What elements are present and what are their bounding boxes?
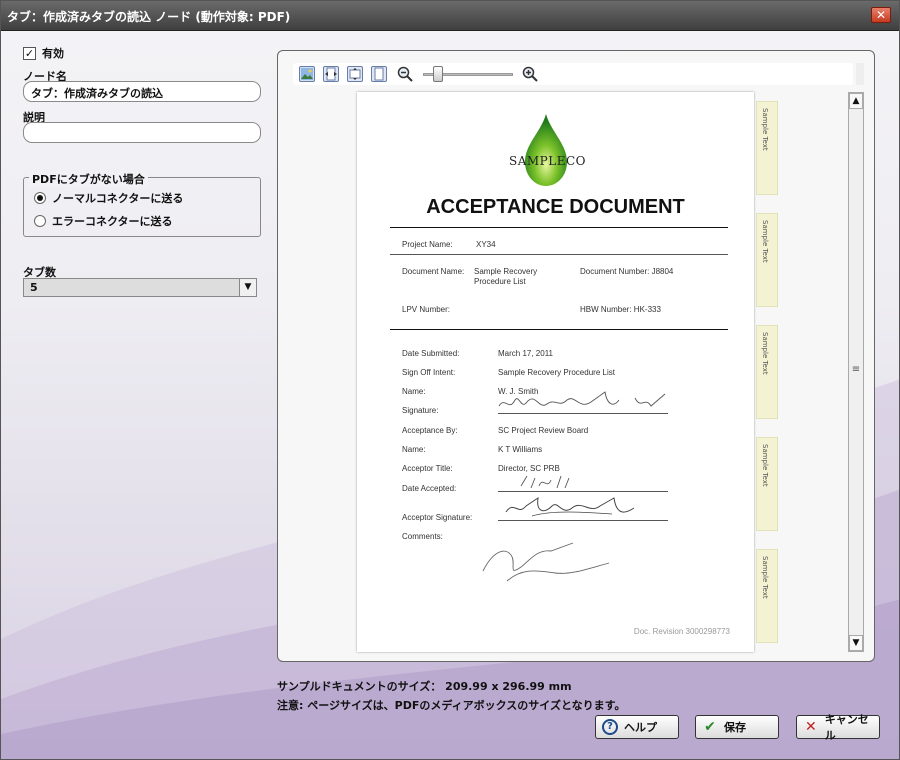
document-name-value-2: Procedure List bbox=[474, 277, 526, 286]
acceptance-by-label: Acceptance By: bbox=[402, 426, 458, 435]
cancel-x-icon: ✕ bbox=[805, 719, 817, 735]
name2-label: Name: bbox=[402, 445, 426, 454]
node-name-input[interactable]: タブ：作成済みタブの読込 bbox=[23, 81, 261, 102]
lpv-label: LPV Number: bbox=[402, 305, 451, 314]
title-bar: タブ：作成済みタブの読込 ノード (動作対象: PDF) ✕ bbox=[1, 1, 899, 31]
cancel-button[interactable]: ✕ キャンセル bbox=[796, 713, 880, 742]
date-accepted-label: Date Accepted: bbox=[402, 484, 457, 493]
date-submitted-value: March 17, 2011 bbox=[498, 349, 553, 358]
fit-height-icon[interactable] bbox=[347, 66, 363, 82]
toolbar-scroll[interactable] bbox=[856, 63, 864, 85]
enabled-checkbox[interactable]: ✓ bbox=[23, 46, 36, 60]
logo-text: SAMPLECO bbox=[509, 154, 586, 168]
zoom-out-icon[interactable] bbox=[397, 66, 413, 82]
side-tab-label: Sample Text bbox=[761, 444, 769, 487]
project-name-value: XY34 bbox=[476, 240, 496, 249]
preview-scrollbar[interactable]: ▲ ≡ ▼ bbox=[848, 92, 864, 652]
checkmark-icon: ✔ bbox=[704, 719, 716, 735]
help-icon: ? bbox=[602, 719, 618, 735]
rule-3 bbox=[390, 329, 728, 330]
date-submitted-label: Date Submitted: bbox=[402, 349, 460, 358]
signature-label: Signature: bbox=[402, 406, 439, 415]
side-tab-2: Sample Text bbox=[756, 213, 778, 307]
preview-panel: SAMPLECO ACCEPTANCE DOCUMENT Project Nam… bbox=[277, 50, 875, 662]
fit-page-icon[interactable] bbox=[371, 66, 387, 82]
preview-toolbar bbox=[293, 63, 853, 85]
comments-label: Comments: bbox=[402, 532, 443, 541]
dialog-window: タブ：作成済みタブの読込 ノード (動作対象: PDF) ✕ ✓ 有効 ノード名… bbox=[0, 0, 900, 760]
document-name-value-1: Sample Recovery bbox=[474, 267, 538, 276]
rule-2 bbox=[390, 254, 728, 255]
document-revision: Doc. Revision 3000298773 bbox=[633, 627, 730, 636]
image-icon[interactable] bbox=[299, 66, 315, 82]
document-number: Document Number: J8804 bbox=[580, 267, 674, 276]
project-name-label: Project Name: bbox=[402, 240, 453, 249]
signature-williams bbox=[505, 496, 635, 517]
sign-off-value: Sample Recovery Procedure List bbox=[498, 368, 615, 377]
zoom-slider-thumb[interactable] bbox=[433, 66, 443, 82]
help-label: ヘルプ bbox=[624, 721, 657, 734]
help-button[interactable]: ? ヘルプ bbox=[595, 715, 679, 739]
cancel-label: キャンセル bbox=[824, 713, 869, 742]
side-tab-label: Sample Text bbox=[761, 220, 769, 263]
save-label: 保存 bbox=[724, 721, 746, 734]
name-label: Name: bbox=[402, 387, 426, 396]
sampleco-logo bbox=[525, 114, 567, 186]
close-button[interactable]: ✕ bbox=[871, 7, 891, 23]
radio-error[interactable] bbox=[34, 215, 46, 227]
radio-normal-row[interactable]: ノーマルコネクターに送る bbox=[34, 190, 183, 206]
zoom-in-icon[interactable] bbox=[522, 66, 538, 82]
acceptor-signature-label: Acceptor Signature: bbox=[402, 513, 473, 522]
note-text: 注意: ページサイズは、PDFのメディアボックスのサイズとなります。 bbox=[277, 699, 626, 712]
handwritten-date bbox=[520, 475, 570, 489]
sample-size-text: サンプルドキュメントのサイズ： 209.99 x 296.99 mm bbox=[277, 680, 572, 693]
side-tab-label: Sample Text bbox=[761, 332, 769, 375]
side-tab-5: Sample Text bbox=[756, 549, 778, 643]
side-tab-label: Sample Text bbox=[761, 108, 769, 151]
fit-width-icon[interactable] bbox=[323, 66, 339, 82]
scroll-up-button[interactable]: ▲ bbox=[849, 93, 863, 109]
radio-normal[interactable] bbox=[34, 192, 46, 204]
side-tab-1: Sample Text bbox=[756, 101, 778, 195]
hbw-number: HBW Number: HK-333 bbox=[580, 305, 661, 314]
scroll-grip[interactable]: ≡ bbox=[851, 365, 861, 375]
acceptance-by-value: SC Project Review Board bbox=[498, 426, 589, 435]
enabled-row[interactable]: ✓ 有効 bbox=[23, 45, 64, 61]
document-title: ACCEPTANCE DOCUMENT bbox=[426, 196, 685, 218]
scroll-down-button[interactable]: ▼ bbox=[849, 635, 863, 651]
document-page: SAMPLECO ACCEPTANCE DOCUMENT Project Nam… bbox=[357, 92, 754, 652]
side-tab-3: Sample Text bbox=[756, 325, 778, 419]
side-tab-4: Sample Text bbox=[756, 437, 778, 531]
description-input[interactable] bbox=[23, 122, 261, 143]
signature-smith bbox=[498, 391, 666, 407]
enabled-label: 有効 bbox=[42, 47, 64, 60]
rule-top bbox=[390, 227, 728, 228]
no-tab-group-title: PDFにタブがない場合 bbox=[29, 171, 148, 187]
radio-normal-label: ノーマルコネクターに送る bbox=[52, 192, 184, 205]
radio-error-row[interactable]: エラーコネクターに送る bbox=[34, 213, 173, 229]
side-tab-label: Sample Text bbox=[761, 556, 769, 599]
tab-count-value: 5 bbox=[30, 281, 38, 294]
radio-error-label: エラーコネクターに送る bbox=[52, 215, 173, 228]
document-name-label: Document Name: bbox=[402, 267, 465, 276]
acceptor-title-label: Acceptor Title: bbox=[402, 464, 453, 473]
comments-scribble bbox=[482, 542, 610, 582]
sign-off-label: Sign Off Intent: bbox=[402, 368, 456, 377]
save-button[interactable]: ✔ 保存 bbox=[695, 715, 779, 739]
name2-value: K T Williams bbox=[498, 445, 543, 454]
chevron-down-icon[interactable]: ▼ bbox=[239, 279, 256, 296]
tab-count-select[interactable]: 5 ▼ bbox=[23, 278, 257, 297]
window-title: タブ：作成済みタブの読込 ノード (動作対象: PDF) bbox=[7, 10, 291, 24]
